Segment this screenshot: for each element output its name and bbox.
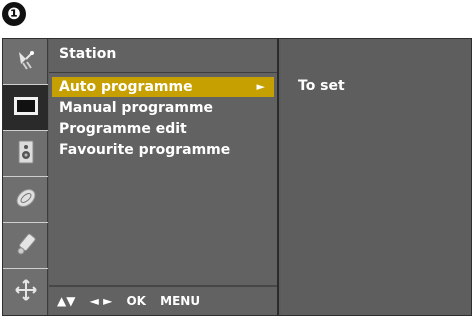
menu-item-manual-programme[interactable]: Manual programme (52, 98, 274, 118)
menu-item-favourite-programme[interactable]: Favourite programme (52, 140, 274, 160)
navigation-hint-bar: ▲▼ ◄ ► OK MENU (49, 285, 277, 315)
submenu-arrow-icon: ► (256, 80, 265, 93)
info-panel: To set (281, 39, 471, 315)
menu-item-programme-edit[interactable]: Programme edit (52, 119, 274, 139)
station-icon (15, 49, 37, 75)
time-icon (14, 186, 38, 214)
menu-item-label: Favourite programme (59, 142, 231, 158)
menu-title: Station (59, 46, 117, 62)
sidebar-item-station[interactable] (3, 39, 48, 85)
info-text: To set (298, 78, 345, 94)
menu-item-label: Programme edit (59, 121, 187, 137)
tv-osd-menu: Station Auto programme ► Manual programm… (2, 38, 472, 316)
up-down-arrows-icon: ▲▼ (57, 294, 76, 308)
screen-icon (14, 278, 38, 306)
station-menu-panel: Station Auto programme ► Manual programm… (49, 39, 279, 315)
menu-item-auto-programme[interactable]: Auto programme ► (52, 77, 274, 97)
left-right-arrows-icon: ◄ ► (89, 294, 113, 308)
sound-icon (17, 140, 35, 168)
menu-item-label: Auto programme (59, 79, 193, 95)
sidebar-item-picture[interactable] (3, 85, 48, 131)
menu-category-sidebar (3, 39, 48, 315)
menu-header: Station (49, 39, 277, 73)
sidebar-item-screen[interactable] (3, 269, 48, 315)
sidebar-item-time[interactable] (3, 177, 48, 223)
sidebar-item-special[interactable] (3, 223, 48, 269)
step-number-badge: ❶ (2, 2, 26, 26)
special-icon (14, 232, 38, 260)
menu-list: Auto programme ► Manual programme Progra… (49, 77, 277, 161)
menu-item-label: Manual programme (59, 100, 214, 116)
menu-hint: MENU (160, 294, 201, 308)
picture-icon (13, 95, 39, 121)
sidebar-item-sound[interactable] (3, 131, 48, 177)
ok-hint: OK (126, 294, 146, 308)
